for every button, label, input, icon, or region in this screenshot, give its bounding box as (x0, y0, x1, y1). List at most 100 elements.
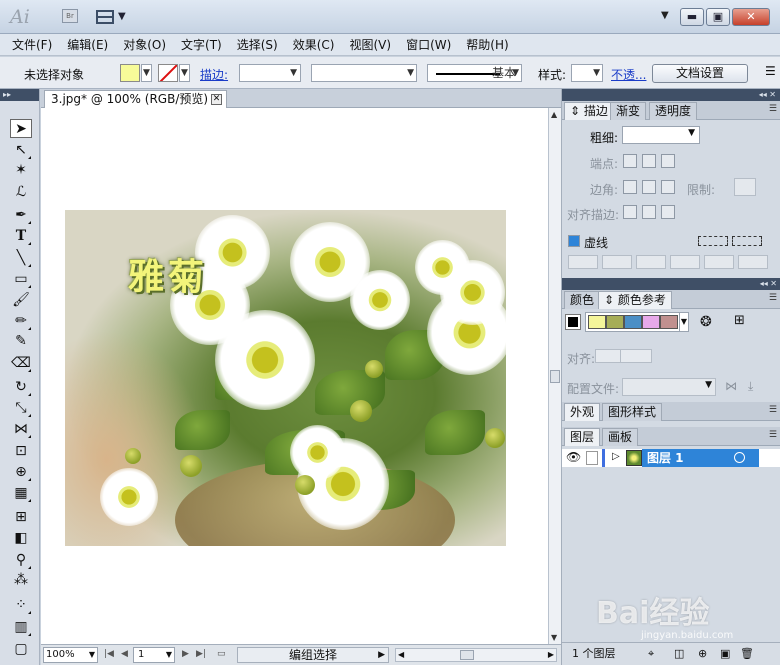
bridge-button[interactable]: Br (62, 9, 78, 23)
scale-tool-icon[interactable]: ⤡ (10, 399, 32, 418)
base-color-chip[interactable] (565, 314, 581, 330)
appearance-panel-menu-icon[interactable]: ☰ (769, 405, 777, 415)
perspective-grid-tool-icon[interactable]: ▦ (10, 484, 32, 503)
tab-color-guide[interactable]: ⇕ 颜色参考 (598, 291, 672, 309)
panel-menu-icon[interactable]: ☰ (769, 104, 777, 114)
dash-align-corners-icon[interactable] (732, 236, 762, 246)
type-tool-icon[interactable]: T (10, 227, 32, 246)
menu-type[interactable]: 文字(T) (181, 36, 222, 53)
width-tool-icon[interactable]: ⋈ (10, 420, 32, 439)
horizontal-scrollbar[interactable]: ◀ ▶ (395, 648, 557, 662)
document-settings-button[interactable]: 文档设置 (652, 64, 748, 83)
harmony-swatch-1[interactable] (588, 315, 606, 329)
free-transform-tool-icon[interactable]: ⊡ (10, 442, 32, 461)
eyedropper-tool-icon[interactable]: ⚲ (10, 551, 32, 570)
bevel-join-button[interactable] (661, 180, 675, 194)
miter-limit-field[interactable] (734, 178, 756, 196)
harmony-rules-dropdown[interactable]: ▼ (679, 312, 689, 332)
previous-page-icon[interactable]: ◀ (121, 649, 128, 659)
expand-layer-icon[interactable]: ▷ (612, 451, 620, 462)
paintbrush-tool-icon[interactable]: 🖌 (10, 291, 32, 310)
horizontal-scroll-thumb[interactable] (460, 650, 474, 660)
gap-1-field[interactable] (602, 255, 632, 269)
align-outside-button[interactable] (661, 205, 675, 219)
miter-join-button[interactable] (623, 180, 637, 194)
menu-view[interactable]: 视图(V) (349, 36, 391, 53)
locate-object-icon[interactable]: ⌖ (648, 643, 654, 664)
new-layer-icon[interactable]: ▣ (720, 643, 730, 664)
stroke-panel-link[interactable]: 描边: (200, 66, 228, 83)
menu-help[interactable]: 帮助(H) (466, 36, 508, 53)
scroll-right-icon[interactable]: ▶ (548, 650, 554, 659)
dash-1-field[interactable] (568, 255, 598, 269)
gradient-tool-icon[interactable]: ◧ (10, 529, 32, 548)
tab-transparency[interactable]: 透明度 (649, 102, 698, 120)
zoom-level-select[interactable]: 100% ▼ (43, 647, 98, 663)
minimize-button[interactable]: ▬ (680, 8, 704, 26)
color-wheel-icon[interactable]: ❂ (700, 314, 712, 330)
symbol-sprayer-tool-icon[interactable]: ⁘ (10, 596, 32, 615)
stroke-swatch[interactable] (158, 64, 178, 82)
harmony-swatch-4[interactable] (642, 315, 660, 329)
layers-panel-menu-icon[interactable]: ☰ (769, 430, 777, 440)
target-icon[interactable] (734, 452, 745, 463)
pen-tool-icon[interactable]: ✒ (10, 206, 32, 225)
tab-graphic-styles[interactable]: 图形样式 (602, 403, 663, 421)
panel-dock-header[interactable]: ◂◂ ✕ (562, 89, 780, 101)
stroke-weight-field[interactable]: ▼ (239, 64, 301, 82)
close-tab-icon[interactable]: ✕ (211, 94, 222, 105)
graphic-style-dropdown[interactable]: ▼ (571, 64, 603, 82)
scroll-left-icon[interactable]: ◀ (398, 650, 404, 659)
workspace-switcher-icon[interactable]: ▼ (661, 10, 669, 21)
reveal-in-bridge-icon[interactable]: ▭ (217, 649, 226, 659)
profile-flip-icon[interactable]: ⋈ (725, 379, 737, 393)
new-sublayer-icon[interactable]: ⊕ (698, 643, 707, 664)
gap-2-field[interactable] (670, 255, 700, 269)
menu-edit[interactable]: 编辑(E) (67, 36, 108, 53)
visibility-eye-icon[interactable]: 👁 (566, 450, 581, 464)
dashed-line-checkbox[interactable] (568, 235, 580, 247)
scroll-up-icon[interactable]: ▲ (551, 110, 557, 119)
tab-stroke[interactable]: ⇕ 描边 (564, 102, 614, 120)
vertical-scrollbar[interactable]: ▲ ▼ (548, 108, 561, 644)
dash-2-field[interactable] (636, 255, 666, 269)
variable-width-profile[interactable]: ▼ (311, 64, 417, 82)
projecting-cap-button[interactable] (661, 154, 675, 168)
maximize-button[interactable]: ▣ (706, 8, 730, 26)
tab-appearance[interactable]: 外观 (564, 403, 601, 421)
artboard-tool-icon[interactable]: ▢ (10, 640, 32, 659)
harmony-swatch-5[interactable] (660, 315, 678, 329)
brush-definition-select[interactable]: 基本 ▼ (427, 64, 522, 82)
menu-window[interactable]: 窗口(W) (406, 36, 451, 53)
tab-color[interactable]: 颜色 (564, 291, 601, 309)
tools-panel-header[interactable]: ▸▸ (0, 89, 39, 101)
align-center-button[interactable] (623, 205, 637, 219)
color-panel-menu-icon[interactable]: ☰ (769, 293, 777, 303)
tab-layers[interactable]: 图层 (564, 428, 601, 446)
menu-object[interactable]: 对象(O) (123, 36, 166, 53)
column-graph-tool-icon[interactable]: ▥ (10, 618, 32, 637)
tab-artboards[interactable]: 画板 (602, 428, 639, 446)
profile-reset-icon[interactable]: ⤓ (748, 379, 753, 394)
round-cap-button[interactable] (642, 154, 656, 168)
control-bar-menu-icon[interactable]: ☰ (765, 64, 776, 78)
vertical-scroll-thumb[interactable] (550, 370, 560, 383)
status-menu-icon[interactable]: ▶ (378, 648, 385, 662)
round-join-button[interactable] (642, 180, 656, 194)
pencil-tool-icon[interactable]: ✏ (10, 312, 32, 331)
menu-effect[interactable]: 效果(C) (293, 36, 335, 53)
eraser-tool-icon[interactable]: ⌫ (10, 354, 32, 373)
layer-row[interactable]: 👁 ▷ 图层 1 (562, 449, 780, 467)
selection-tool-icon[interactable]: ➤ (10, 119, 32, 138)
mesh-tool-icon[interactable]: ⊞ (10, 508, 32, 527)
rectangle-tool-icon[interactable]: ▭ (10, 270, 32, 289)
butt-cap-button[interactable] (623, 154, 637, 168)
menu-select[interactable]: 选择(S) (237, 36, 278, 53)
harmony-swatch-strip[interactable] (585, 312, 689, 332)
delete-layer-icon[interactable]: 🗑 (740, 643, 754, 664)
arrange-documents-button[interactable]: ▼ (96, 8, 128, 26)
align-inside-button[interactable] (642, 205, 656, 219)
align-option-2[interactable] (620, 349, 652, 363)
blend-tool-icon[interactable]: ⁂ (10, 571, 32, 590)
direct-selection-tool-icon[interactable]: ↖ (10, 141, 32, 160)
